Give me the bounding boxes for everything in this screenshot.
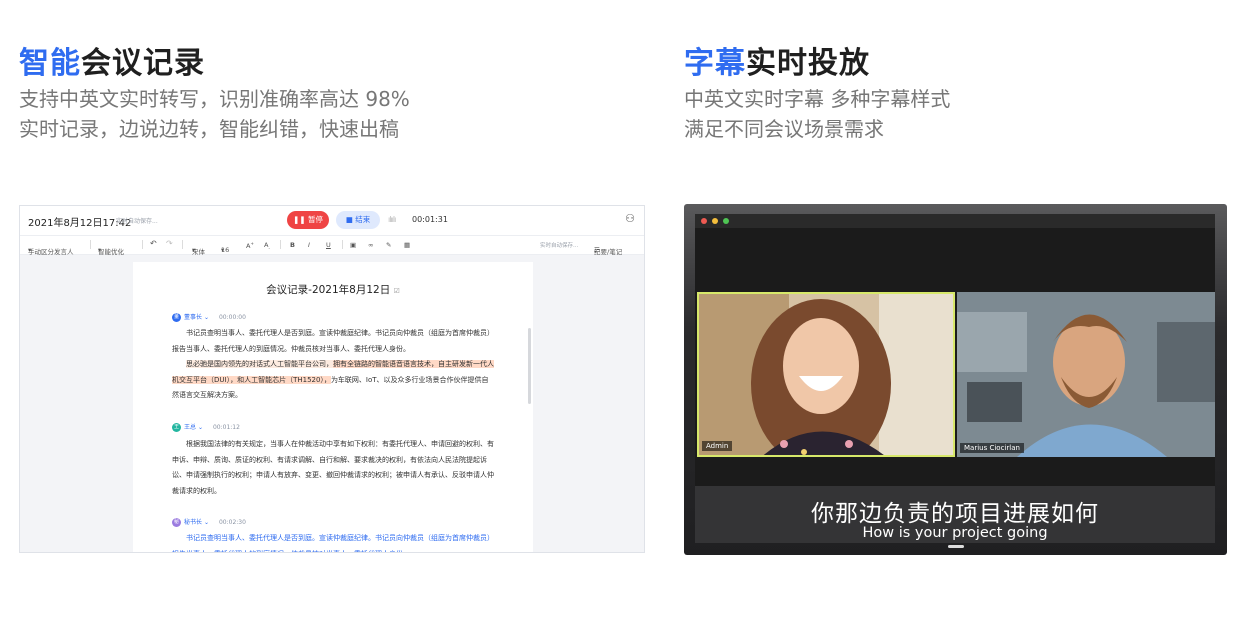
smart-optimize-label: 智能优化 <box>98 248 124 256</box>
transcript-paragraph[interactable]: 思必驰是国内领先的对话式人工智能平台公司，拥有全链路的智能语音语言技术，自主研发… <box>172 357 494 404</box>
participant-name: Admin <box>702 441 733 451</box>
speaker-timestamp: 00:02:30 <box>218 519 246 526</box>
transcript-paragraph[interactable]: 根据我国法律的有关规定，当事人在仲裁活动中享有如下权利：有委托代理人、申请回避的… <box>172 437 494 499</box>
italic-icon[interactable]: I <box>308 241 310 249</box>
avatar: 王 <box>172 423 181 432</box>
minimize-dot-icon[interactable] <box>712 218 718 224</box>
recording-timer: 00:01:31 <box>412 215 448 224</box>
meeting-desc-line: 实时记录，边说边转，智能纠错，快速出稿 <box>19 117 399 141</box>
bold-icon[interactable]: B <box>290 241 295 249</box>
speaker-name: 王总 <box>184 424 197 431</box>
toolbar-divider <box>142 240 143 249</box>
speaker-row: 王王总 ⌄ 00:01:12 <box>172 422 240 432</box>
autosave-status: 实时自动保存... <box>116 218 158 225</box>
chevron-down-icon[interactable]: ⌄ <box>204 519 209 526</box>
font-decrease-icon[interactable]: A- <box>264 241 270 250</box>
window-titlebar <box>695 214 1215 228</box>
toolbar-divider <box>182 240 183 249</box>
highlighter-icon[interactable]: ✎ <box>386 241 391 249</box>
undo-icon[interactable]: ↶ <box>150 239 157 248</box>
editor-top-bar: 2021年8月12日17:42 实时自动保存... ❚❚ 暂停 ■ 结束 ılı… <box>20 206 644 236</box>
document-title: 会议记录-2021年8月12日 ☑ <box>133 282 533 297</box>
home-indicator <box>948 545 964 548</box>
subtitle-title-accent: 字幕 <box>684 46 746 81</box>
meeting-title-rest: 会议记录 <box>81 46 205 81</box>
stop-icon: ■ <box>345 215 353 224</box>
subtitle-desc-line: 中英文实时字幕 多种字幕样式 <box>684 87 951 111</box>
toolbar-divider <box>90 240 91 249</box>
redo-icon[interactable]: ↷ <box>166 239 173 248</box>
meeting-title-accent: 智能 <box>19 46 81 81</box>
edit-title-icon[interactable]: ☑ <box>394 287 400 295</box>
user-share-icon[interactable]: ⚇ <box>625 212 635 225</box>
waveform-icon: ılıılı <box>388 215 396 224</box>
end-label: 结束 <box>355 215 371 224</box>
chevron-down-icon: ▾ <box>221 246 225 254</box>
video-tile-admin[interactable]: Admin <box>697 292 955 457</box>
document-scrollbar[interactable] <box>528 328 531 404</box>
avatar: 董 <box>172 313 181 322</box>
speaker-name: 秘书长 <box>184 519 203 526</box>
paragraph-text: 思必驰是国内领先的对话式人工智能平台公司， <box>186 360 333 368</box>
chevron-down-icon: ▾ <box>28 246 32 254</box>
chevron-down-icon: ▾ <box>98 246 102 254</box>
meeting-editor: 2021年8月12日17:42 实时自动保存... ❚❚ 暂停 ■ 结束 ılı… <box>19 205 645 553</box>
end-button[interactable]: ■ 结束 <box>336 211 380 229</box>
image-icon[interactable]: ▣ <box>350 241 356 249</box>
underline-icon[interactable]: U <box>326 241 331 249</box>
chevron-down-icon[interactable]: ⌄ <box>198 424 203 431</box>
pause-icon: ❚❚ <box>293 215 306 224</box>
link-icon[interactable]: ∞ <box>368 241 373 249</box>
toolbar-divider <box>342 240 343 249</box>
meeting-feature-desc: 支持中英文实时转写，识别准确率高达 98% 实时记录，边说边转，智能纠错，快速出… <box>19 84 410 144</box>
speaker-timestamp: 00:01:12 <box>212 424 240 431</box>
participant-portrait <box>957 292 1215 457</box>
subtitle-display-device: Admin Marius Ciocirlan 你那边负责的项目进展如何 How … <box>684 204 1227 555</box>
speaker-name: 董事长 <box>184 314 203 321</box>
document-page: 会议记录-2021年8月12日 ☑ 董董事长 ⌄ 00:00:00 书记员查明当事… <box>133 262 533 552</box>
speaker-mode-label: 手动区分发言人 <box>28 248 74 256</box>
table-icon[interactable]: ▦ <box>404 241 410 249</box>
font-increase-icon[interactable]: A+ <box>246 241 254 250</box>
meeting-desc-line: 支持中英文实时转写，识别准确率高达 98% <box>19 87 410 111</box>
close-dot-icon[interactable] <box>701 218 707 224</box>
video-tile-marius[interactable]: Marius Ciocirlan <box>957 292 1215 457</box>
meeting-feature-title: 智能会议记录 <box>19 38 205 82</box>
pause-label: 暂停 <box>307 215 323 224</box>
speaker-row: 秘秘书长 ⌄ 00:02:30 <box>172 517 246 527</box>
subtitle-feature-desc: 中英文实时字幕 多种字幕样式 满足不同会议场景需求 <box>684 84 950 144</box>
chevron-down-icon: ▾ <box>192 246 196 254</box>
toolbar-divider <box>280 240 281 249</box>
avatar: 秘 <box>172 518 181 527</box>
subtitle-feature-title: 字幕实时投放 <box>684 38 870 82</box>
transcript-paragraph[interactable]: 书记员查明当事人、委托代理人是否到庭。宣读仲裁庭纪律。书记员向仲裁员（组庭为首席… <box>172 326 494 357</box>
subtitle-title-rest: 实时投放 <box>746 46 870 81</box>
maximize-dot-icon[interactable] <box>723 218 729 224</box>
pause-button[interactable]: ❚❚ 暂停 <box>287 211 329 229</box>
editor-toolbar: 手动区分发言人 ▾ 智能优化 ▾ ↶ ↷ 宋体 ▾ 16 ▾ A+ A- B I U… <box>20 236 644 256</box>
chevron-down-icon[interactable]: ⌄ <box>204 314 209 321</box>
list-icon: ☰ <box>594 246 600 254</box>
subtitle-bar: 你那边负责的项目进展如何 How is your project going <box>695 486 1215 543</box>
subtitle-english: How is your project going <box>862 525 1048 541</box>
speaker-row: 董董事长 ⌄ 00:00:00 <box>172 312 246 322</box>
subtitle-chinese: 你那边负责的项目进展如何 <box>811 501 1099 527</box>
document-title-text: 会议记录-2021年8月12日 <box>266 284 391 296</box>
subtitle-desc-line: 满足不同会议场景需求 <box>684 117 884 141</box>
participant-portrait <box>699 294 953 455</box>
transcript-paragraph[interactable]: 书记员查明当事人、委托代理人是否到庭。宣读仲裁庭纪律。书记员向仲裁员（组庭为首席… <box>172 531 494 552</box>
toolbar-autosave: 实时自动保存... <box>540 243 579 249</box>
meeting-display: Admin Marius Ciocirlan 你那边负责的项目进展如何 How … <box>695 214 1215 543</box>
speaker-timestamp: 00:00:00 <box>218 314 246 321</box>
participant-name: Marius Ciocirlan <box>960 443 1024 453</box>
